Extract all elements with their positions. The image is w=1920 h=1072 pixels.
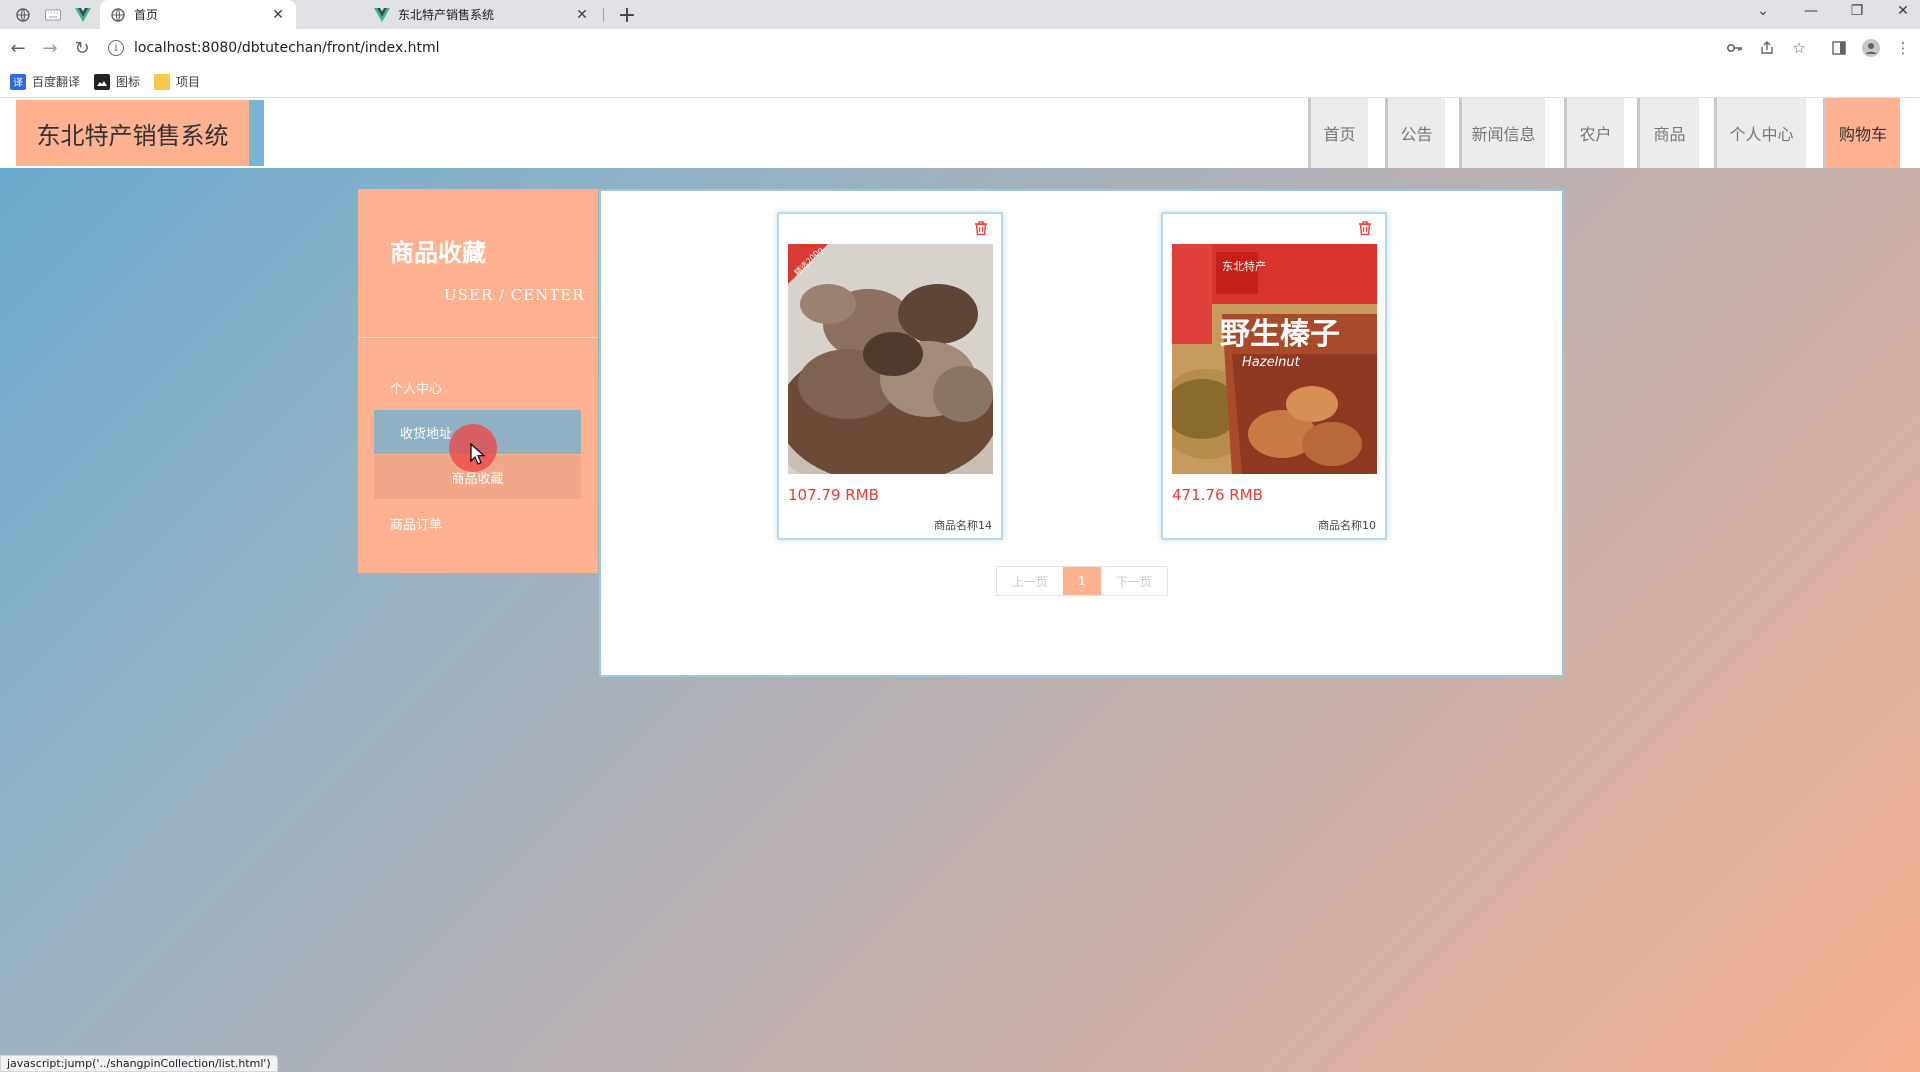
tab-search-icon[interactable]: ⌄ (1740, 0, 1786, 22)
tab-close-icon[interactable]: ✕ (268, 5, 288, 25)
sidebar-item-user-center[interactable]: 个人中心 (374, 365, 581, 409)
package-tag-text: 东北特产 (1222, 259, 1266, 273)
nav-farmer[interactable]: 农户 (1564, 98, 1624, 168)
package-title-text: 野生榛子 (1220, 317, 1340, 352)
mouse-cursor-icon (470, 443, 486, 465)
nav-home[interactable]: 首页 (1308, 98, 1368, 168)
sidebar-subtitle: USER / CENTER (444, 286, 585, 304)
sidebar-item-orders[interactable]: 商品订单 (374, 501, 581, 545)
tab-system[interactable]: 东北特产销售系统 ✕ (300, 0, 600, 29)
star-icon[interactable]: ☆ (1786, 35, 1812, 61)
pinned-tab-vue[interactable] (68, 3, 98, 27)
product-price: 107.79 RMB (788, 486, 879, 504)
globe-icon (16, 8, 30, 22)
status-bar-url: javascript:jump('../shangpinCollection/l… (0, 1055, 278, 1072)
sidebar-title: 商品收藏 (390, 239, 486, 267)
close-window-icon[interactable]: ✕ (1880, 0, 1920, 22)
site-logo[interactable]: 东北特产销售系统 (16, 100, 249, 166)
tab-close-icon[interactable]: ✕ (572, 5, 592, 25)
collection-panel: 精选200g 107.79 RMB 商品名称14 东北特产 野生榛子 Hazel… (599, 189, 1564, 677)
nav-products[interactable]: 商品 (1637, 98, 1699, 168)
reload-icon[interactable]: ↻ (68, 34, 96, 62)
back-icon[interactable]: ← (4, 34, 32, 62)
trash-icon[interactable] (1357, 220, 1373, 236)
bookmark-icons[interactable]: 图标 (94, 73, 140, 90)
nav-user-center[interactable]: 个人中心 (1714, 98, 1806, 168)
translate-icon: 译 (10, 73, 26, 90)
address-url[interactable]: localhost:8080/dbtutechan/front/index.ht… (134, 40, 440, 56)
browser-tab-bar: 首页 ✕ 东北特产销售系统 ✕ + ⌄ — ❐ ✕ (0, 0, 1920, 29)
folder-icon (154, 73, 171, 90)
tab-title: 东北特产销售系统 (398, 8, 495, 22)
pinned-tab-globe[interactable] (8, 3, 38, 27)
next-page-button[interactable]: 下一页 (1101, 567, 1167, 595)
product-image[interactable]: 精选200g (788, 244, 993, 474)
globe-icon (110, 7, 126, 23)
tab-separator (603, 8, 604, 22)
nav-cart[interactable]: 购物车 (1823, 98, 1900, 168)
product-card[interactable]: 精选200g 107.79 RMB 商品名称14 (777, 212, 1003, 540)
restore-icon[interactable]: ❐ (1834, 0, 1880, 22)
bookmark-label: 项目 (176, 75, 201, 89)
new-tab-button[interactable]: + (614, 2, 640, 28)
minimize-icon[interactable]: — (1788, 0, 1834, 22)
bookmark-baidu-translate[interactable]: 译 百度翻译 (10, 73, 80, 90)
profile-icon[interactable] (1858, 35, 1884, 61)
product-name[interactable]: 商品名称14 (934, 517, 992, 533)
share-icon[interactable] (1754, 35, 1780, 61)
logo-accent-strip (249, 100, 264, 166)
forward-icon[interactable]: → (36, 34, 64, 62)
key-icon[interactable] (1722, 35, 1748, 61)
hazelnut-package-photo: 东北特产 野生榛子 Hazelnut (1172, 244, 1377, 474)
address-bar[interactable]: i localhost:8080/dbtutechan/front/index.… (108, 34, 1898, 62)
page-body: 东北特产销售系统 首页 公告 新闻信息 农户 商品 个人中心 购物车 商品收藏 … (0, 98, 1920, 1072)
sidebar-divider (358, 337, 598, 338)
site-info-icon[interactable]: i (108, 40, 124, 56)
pinned-tab-keyboard[interactable] (38, 3, 68, 27)
pagination: 上一页 1 下一页 (996, 566, 1168, 596)
trash-icon[interactable] (973, 220, 989, 236)
side-panel-icon[interactable] (1826, 35, 1852, 61)
menu-kebab-icon[interactable]: ⋮ (1890, 35, 1916, 61)
product-card[interactable]: 东北特产 野生榛子 Hazelnut 471.76 RMB 商品名称10 (1161, 212, 1387, 540)
browser-toolbar: ← → ↻ i localhost:8080/dbtutechan/front/… (0, 29, 1920, 66)
vue-icon (374, 7, 390, 23)
product-name[interactable]: 商品名称10 (1318, 517, 1376, 533)
package-brand-text: Hazelnut (1242, 355, 1301, 370)
tab-title: 首页 (134, 8, 159, 22)
dried-mushroom-photo: 精选200g (788, 244, 993, 474)
bookmark-project[interactable]: 项目 (154, 73, 200, 90)
product-image[interactable]: 东北特产 野生榛子 Hazelnut (1172, 244, 1377, 474)
nav-notice[interactable]: 公告 (1385, 98, 1445, 168)
user-sidebar: 商品收藏 USER / CENTER 个人中心 收货地址 商品收藏 商品订单 (358, 189, 598, 573)
bookmark-label: 百度翻译 (32, 75, 81, 89)
tab-home[interactable]: 首页 ✕ (100, 0, 296, 29)
bookmarks-bar: 译 百度翻译 图标 项目 (0, 66, 1920, 98)
page-number-button[interactable]: 1 (1063, 567, 1101, 595)
image-icon (94, 73, 111, 90)
keyboard-icon (45, 9, 61, 21)
product-price: 471.76 RMB (1172, 486, 1263, 504)
bookmark-label: 图标 (116, 75, 141, 89)
nav-news[interactable]: 新闻信息 (1459, 98, 1545, 168)
site-header: 东北特产销售系统 首页 公告 新闻信息 农户 商品 个人中心 购物车 (0, 98, 1920, 168)
vue-icon (75, 8, 91, 22)
prev-page-button[interactable]: 上一页 (997, 567, 1063, 595)
